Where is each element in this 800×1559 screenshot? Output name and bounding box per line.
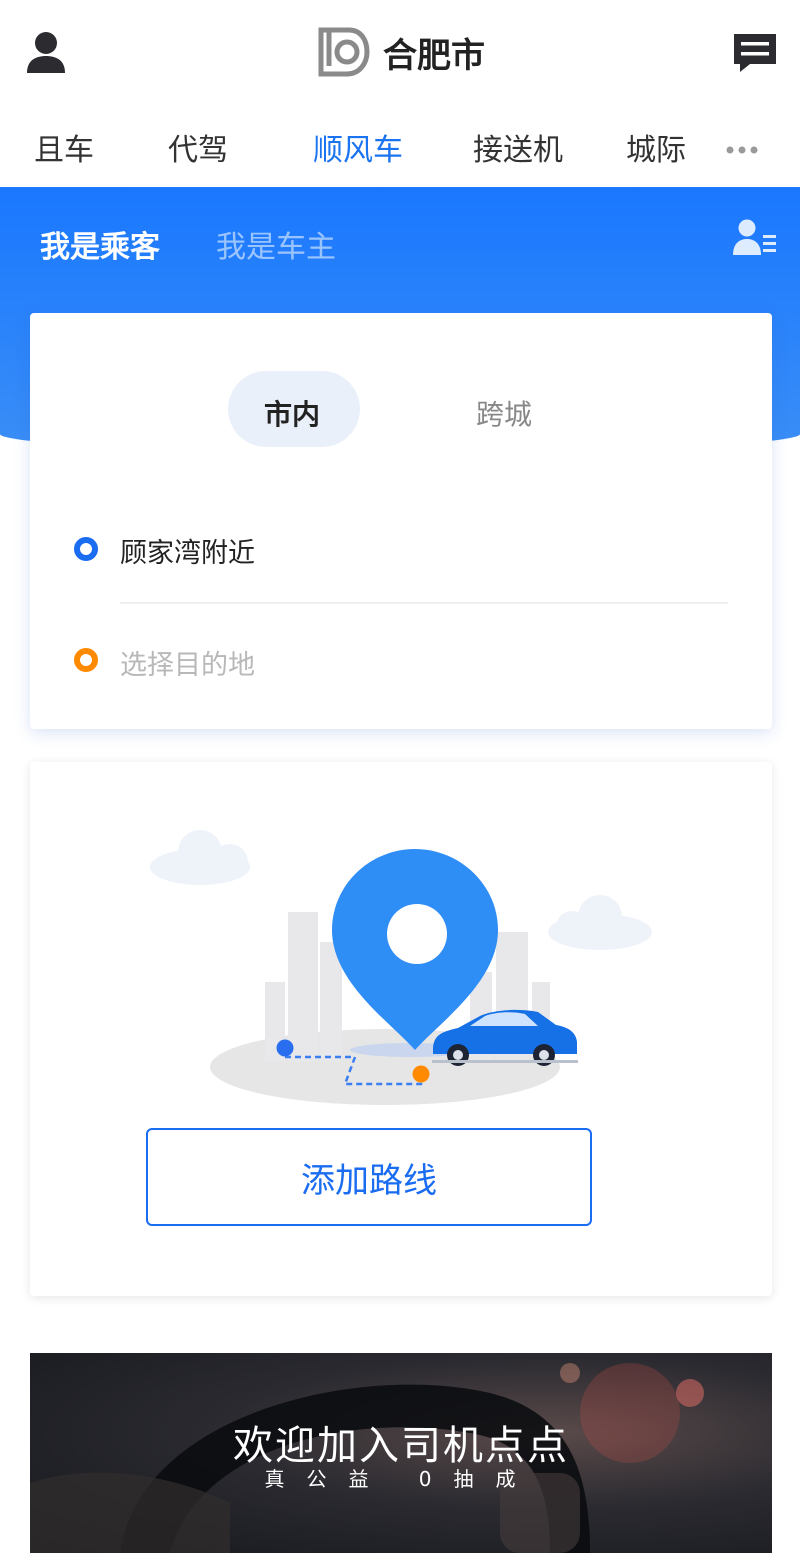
banner-subtitle: 真公益 0抽成	[264, 1467, 538, 1491]
add-route-card: 添加路线	[30, 762, 772, 1296]
segment-intercity[interactable]: 跨城	[476, 393, 532, 433]
tab-designated-driver[interactable]: 代驾	[168, 125, 228, 169]
tab-carpool[interactable]: 顺风车	[313, 125, 403, 169]
divider	[120, 602, 728, 604]
didi-logo-icon	[318, 27, 370, 77]
tab-airport-transfer[interactable]: 接送机	[473, 125, 563, 169]
segment-city[interactable]: 市内	[264, 393, 320, 433]
city-name: 合肥市	[383, 35, 485, 76]
tab-intercity[interactable]: 城际	[626, 125, 686, 169]
destination-field[interactable]: 选择目的地	[120, 643, 255, 682]
route-search-card: 市内 跨城 顾家湾附近 选择目的地	[30, 313, 772, 729]
destination-dot-icon	[74, 648, 98, 672]
start-dot-icon	[74, 537, 98, 561]
driver-recruit-banner[interactable]: 欢迎加入司机点点 真公益 0抽成	[30, 1353, 772, 1553]
message-icon[interactable]	[732, 32, 778, 74]
start-location-field[interactable]: 顾家湾附近	[120, 531, 255, 570]
tab-rental[interactable]: 且车	[34, 125, 94, 169]
more-icon[interactable]	[725, 145, 759, 155]
city-title[interactable]: 合肥市	[0, 26, 800, 78]
role-driver[interactable]: 我是车主	[216, 222, 336, 266]
role-passenger[interactable]: 我是乘客	[40, 222, 160, 266]
service-tabs: 且车 代驾 顺风车 接送机 城际	[0, 105, 800, 187]
top-header: 合肥市	[0, 0, 800, 105]
add-route-button[interactable]: 添加路线	[146, 1128, 592, 1226]
route-illustration-icon	[150, 830, 652, 1105]
profile-list-icon[interactable]	[732, 218, 778, 258]
